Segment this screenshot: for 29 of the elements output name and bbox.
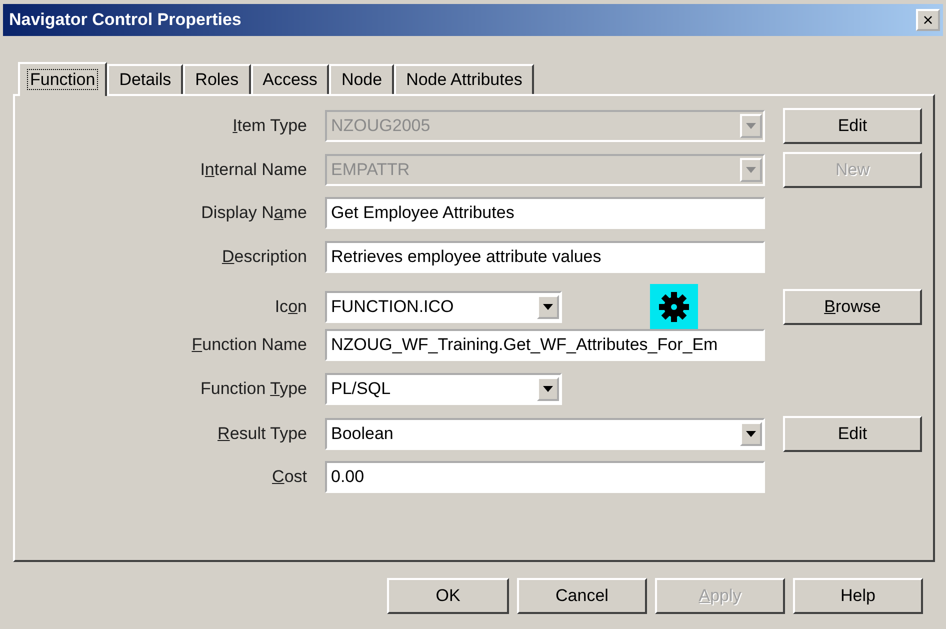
field-label: Function Type: [200, 378, 307, 398]
field-label: Internal Name: [199, 160, 307, 180]
dialog-button[interactable]: OK: [387, 578, 509, 614]
field-label: Display Name: [200, 202, 307, 222]
row-button[interactable]: Edit: [783, 416, 922, 452]
tab[interactable]: Access: [250, 64, 330, 94]
tab[interactable]: Details: [107, 64, 184, 94]
field-label: Item Type: [232, 116, 307, 136]
dropdown[interactable]: Boolean: [325, 418, 765, 450]
field-label: Cost: [271, 466, 307, 486]
field-label: Description: [220, 246, 307, 266]
tab[interactable]: Roles: [183, 64, 251, 94]
tab[interactable]: Node: [329, 64, 394, 94]
field-label: Icon: [274, 297, 307, 317]
dialog-button[interactable]: Help: [793, 578, 923, 614]
dropdown[interactable]: PL/SQL: [325, 372, 562, 404]
tab[interactable]: Node Attributes: [394, 64, 534, 94]
text-field[interactable]: Retrieves employee attribute values: [325, 240, 765, 272]
dropdown[interactable]: FUNCTION.ICO: [325, 291, 562, 323]
dialog-button[interactable]: Cancel: [517, 578, 647, 614]
row-button[interactable]: Browse: [783, 289, 922, 325]
text-field[interactable]: 0.00: [325, 460, 765, 492]
text-field[interactable]: NZOUG_WF_Training.Get_WF_Attributes_For_Em: [325, 328, 765, 360]
field-label: Function Name: [190, 334, 307, 354]
window-title: Navigator Control Properties: [9, 10, 242, 30]
field-label: Result Type: [216, 424, 307, 444]
tab[interactable]: Function: [18, 62, 108, 96]
text-field[interactable]: Get Employee Attributes: [325, 196, 765, 228]
close-button[interactable]: ×: [916, 9, 940, 31]
